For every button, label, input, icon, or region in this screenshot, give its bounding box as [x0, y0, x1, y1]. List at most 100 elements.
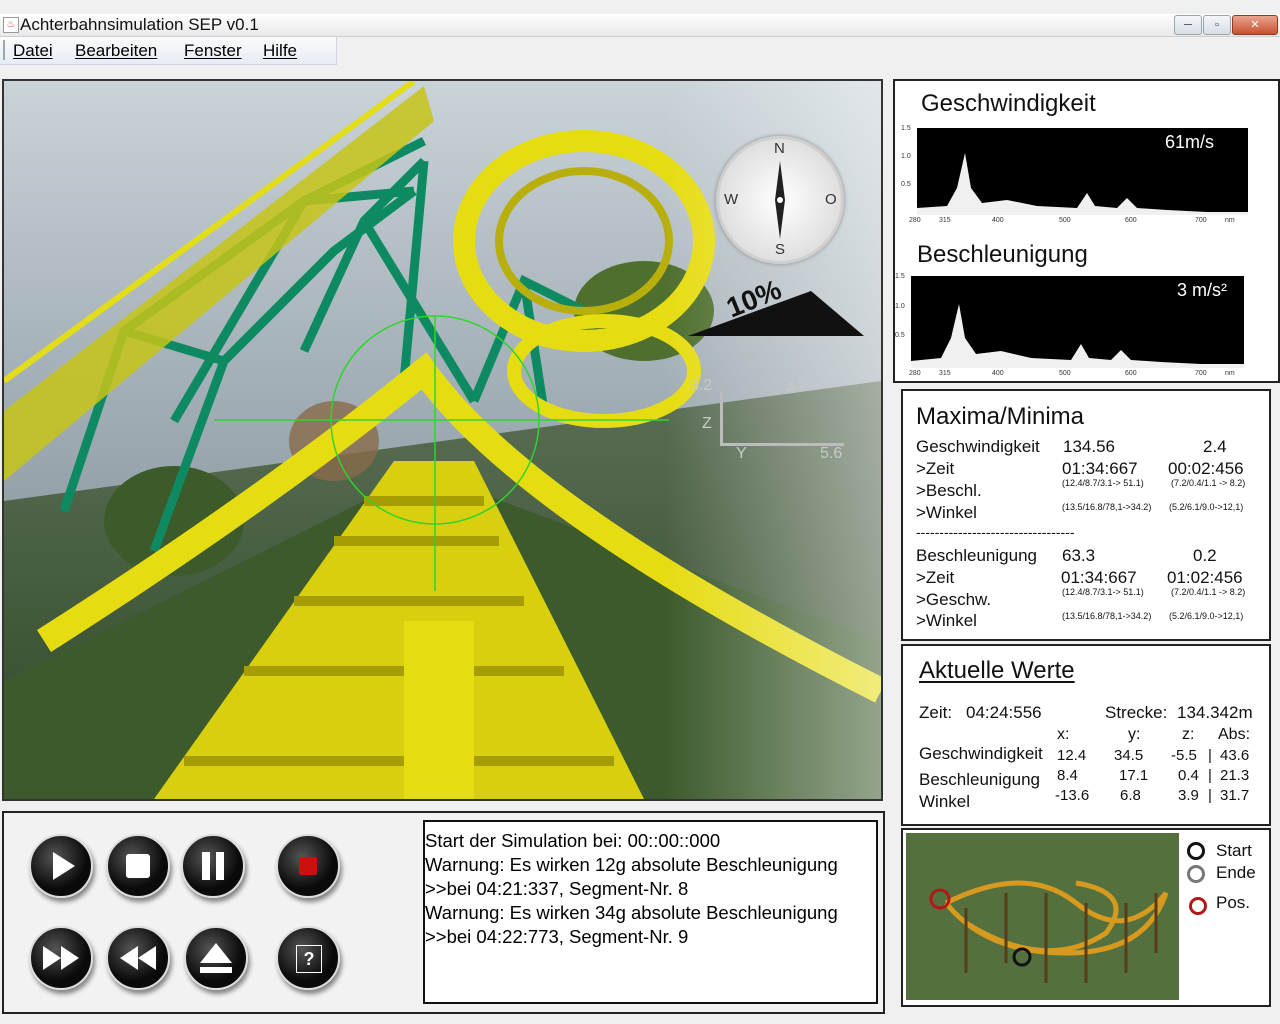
log-line: Warnung: Es wirken 12g absolute Beschleu… [425, 854, 838, 875]
diag-value: 4.5 [783, 373, 811, 398]
current-time-label: Zeit: [919, 703, 953, 722]
mm-accel-angle-min: (5.2/6.1/9.0->12,1) [1169, 611, 1244, 621]
mm-accel-time-min: 01:02:456 [1167, 568, 1243, 587]
current-time-value: 04:24:556 [966, 703, 1042, 722]
y-tick: 1.5 [901, 125, 911, 132]
row-speed-z: -5.5 [1171, 747, 1197, 764]
row-angle-sep: | [1208, 787, 1212, 804]
maxima-minima-panel: Maxima/Minima Geschwindigkeit 134.56 2.4… [901, 389, 1271, 641]
compass: N S W O [716, 136, 844, 264]
y-label: Y [736, 445, 747, 462]
x-tick: 315 [939, 217, 951, 224]
mm-accel-angle-label: >Winkel [916, 611, 977, 630]
eject-icon [200, 943, 232, 973]
stop-button[interactable] [106, 834, 170, 898]
mm-accel-max: 63.3 [1062, 546, 1096, 565]
x-tick: 600 [1125, 370, 1137, 377]
legend-start-label: Start [1216, 841, 1252, 860]
fast-forward-button[interactable] [29, 926, 93, 990]
y-tick: 1.5 [895, 273, 905, 280]
track-map-panel: Start Ende Pos. [901, 828, 1271, 1007]
gauges-panel: Geschwindigkeit 1.5 1.0 0.5 61m/s 280 31… [893, 79, 1280, 383]
mm-speed-time-min: 00:02:456 [1168, 459, 1244, 478]
mm-speed-angle-min: (5.2/6.1/9.0->12,1) [1169, 502, 1244, 512]
mm-speed-angle-max: (13.5/16.8/78,1->34.2) [1062, 502, 1152, 512]
z-value: 3.2 [690, 377, 713, 394]
x-tick: 500 [1059, 370, 1071, 377]
legend-start-icon [1187, 842, 1205, 860]
row-angle-abs: 31.7 [1220, 787, 1250, 804]
pause-icon [202, 852, 224, 880]
x-tick: 600 [1125, 217, 1137, 224]
simulation-viewport[interactable]: N S W O 10% 3.2 Z 4.5 Y 5.6 [2, 79, 883, 801]
menu-fenster[interactable]: Fenster [184, 41, 242, 61]
mm-speed-min: 2.4 [1203, 437, 1227, 456]
help-icon: ? [296, 945, 322, 973]
x-tick: 280 [909, 217, 921, 224]
x-tick: nm [1225, 217, 1235, 224]
menubar-grip [3, 40, 5, 60]
log-line: Start der Simulation bei: 00::00::000 [425, 830, 721, 851]
play-icon [53, 852, 75, 880]
row-accel-z: 0.4 [1178, 767, 1199, 784]
log-line: >>bei 04:21:337, Segment-Nr. 8 [425, 878, 689, 899]
close-button[interactable]: ✕ [1232, 15, 1278, 35]
row-accel-sep: | [1208, 767, 1212, 784]
mm-speed-time-max: 01:34:667 [1062, 459, 1138, 478]
maxmin-title: Maxima/Minima [916, 403, 1085, 430]
eject-button[interactable] [184, 926, 248, 990]
menu-bearbeiten[interactable]: Bearbeiten [75, 41, 157, 61]
rewind-button[interactable] [106, 926, 170, 990]
current-distance-value: 134.342m [1177, 703, 1253, 722]
track-map[interactable] [906, 833, 1179, 1000]
header-z: z: [1182, 726, 1195, 743]
rewind-icon [120, 946, 156, 970]
x-tick: nm [1225, 370, 1235, 377]
mm-accel-time-max: 01:34:667 [1061, 568, 1137, 587]
legend-pos-label: Pos. [1216, 893, 1251, 912]
row-angle-x: -13.6 [1055, 787, 1090, 804]
mm-accel-angle-max: (13.5/16.8/78,1->34.2) [1062, 611, 1152, 621]
row-speed-abs: 43.6 [1220, 747, 1250, 764]
pause-button[interactable] [181, 834, 245, 898]
z-label: Z [702, 415, 712, 432]
maximize-button[interactable]: ▫ [1203, 15, 1231, 35]
java-app-icon: ♨ [3, 17, 19, 33]
legend-pos-icon [1189, 897, 1207, 915]
y-tick: 1.0 [895, 303, 905, 310]
mm-accel-label: Beschleunigung [916, 546, 1037, 565]
record-button[interactable] [276, 834, 340, 898]
mm-speed-max: 134.56 [1063, 437, 1115, 456]
current-title: Aktuelle Werte [919, 657, 1075, 684]
row-speed-sep: | [1208, 747, 1212, 764]
accel-graph: 3 m/s² [911, 276, 1244, 368]
x-tick: 400 [992, 370, 1004, 377]
speed-graph-title: Geschwindigkeit [921, 90, 1096, 117]
header-y: y: [1128, 726, 1141, 743]
track-map-drawing [906, 833, 1179, 1000]
mm-accel-speed-min: (7.2/0.4/1.1 -> 8.2) [1171, 587, 1246, 597]
window-title: Achterbahnsimulation SEP v0.1 [20, 15, 259, 34]
row-angle-z: 3.9 [1178, 787, 1199, 804]
speed-value: 61m/s [1165, 132, 1215, 152]
row-accel-abs: 21.3 [1220, 767, 1250, 784]
minimize-button[interactable]: ─ [1174, 15, 1202, 35]
z-axis-line [720, 391, 723, 446]
accel-value: 3 m/s² [1177, 280, 1228, 300]
mm-accel-time-label: >Zeit [916, 568, 955, 587]
x-tick: 700 [1195, 217, 1207, 224]
x-tick: 400 [992, 217, 1004, 224]
play-button[interactable] [29, 834, 93, 898]
speed-graph: 61m/s [917, 128, 1248, 215]
row-speed-x: 12.4 [1057, 747, 1087, 764]
slope-indicator: 10% [686, 274, 866, 341]
help-button[interactable]: ? [276, 926, 340, 990]
simulation-log[interactable]: Start der Simulation bei: 00::00::000 Wa… [423, 820, 878, 1004]
menu-hilfe[interactable]: Hilfe [263, 41, 297, 61]
compass-needle-icon [775, 161, 785, 239]
x-tick: 315 [939, 370, 951, 377]
menu-datei[interactable]: Datei [13, 41, 53, 61]
log-line: Warnung: Es wirken 34g absolute Beschleu… [425, 902, 838, 923]
row-accel-label: Beschleunigung [919, 770, 1040, 789]
axis-indicator: 3.2 Z 4.5 Y 5.6 [684, 371, 864, 471]
